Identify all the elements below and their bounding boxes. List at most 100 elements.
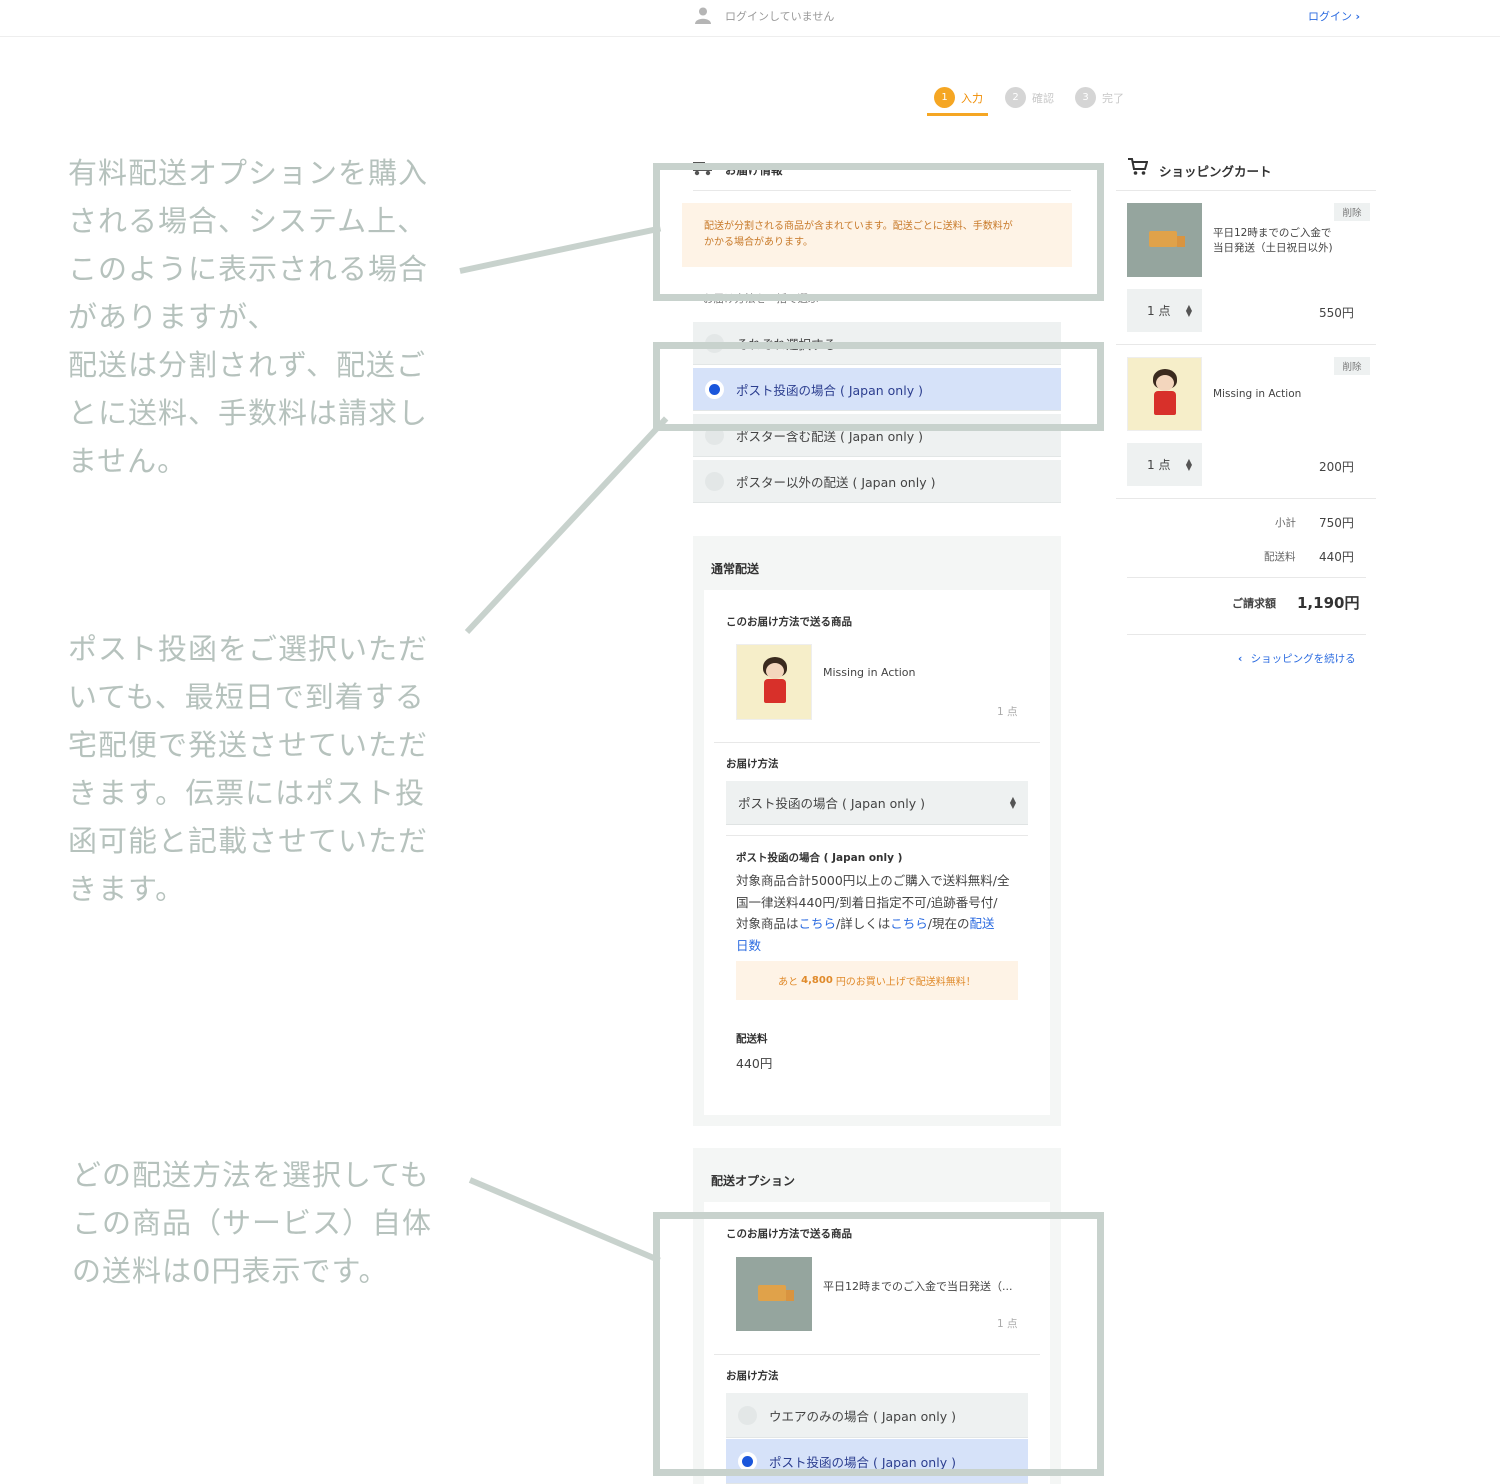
product-name: Missing in Action <box>823 666 916 679</box>
product-thumbnail <box>736 644 812 720</box>
cart-item-name-line: 当日発送（土日祝日以外) <box>1213 242 1333 254</box>
step-label: 入力 <box>961 91 983 105</box>
annotation-line: どの配送方法を選択しても <box>72 1158 430 1192</box>
desc-line: 対象商品はこちら/詳しくはこちら/現在の配送 <box>736 913 1026 935</box>
login-status: ログインしていません <box>725 10 835 23</box>
annotation-line: ポスト投函をご選択いただ <box>68 632 429 666</box>
radio-button[interactable] <box>705 471 724 491</box>
annotation-line: とに送料、手数料は請求し <box>68 396 429 430</box>
total-value: 1,190円 <box>1297 594 1360 612</box>
select-value: ポスト投函の場合 ( Japan only ) <box>738 796 925 811</box>
cart-title: ショッピングカート <box>1159 164 1272 179</box>
desc-line: 日数 <box>736 935 1026 957</box>
stepper-arrows-icon[interactable]: ▲ ▼ <box>1186 303 1192 317</box>
fee-value: 440円 <box>736 1056 773 1071</box>
desc-text: 対象商品は <box>736 916 799 931</box>
divider <box>1127 577 1366 578</box>
step-number: 3 <box>1075 87 1096 108</box>
annotation-line: の送料は0円表示です。 <box>72 1254 389 1288</box>
option-shipping-title: 配送オプション <box>711 1174 796 1188</box>
continue-shopping-label[interactable]: ショッピングを続ける <box>1251 653 1356 665</box>
step-input: 1 入力 <box>934 87 983 108</box>
bulk-option-non-poster[interactable]: ポスター以外の配送 ( Japan only ) <box>693 460 1061 503</box>
quantity-value: 1 点 <box>1147 304 1171 318</box>
shipping-fee-label: 配送料 <box>1264 551 1296 563</box>
radio-label: ポスター以外の配送 ( Japan only ) <box>736 474 936 490</box>
total-label: ご請求額 <box>1232 597 1276 610</box>
delivery-days-link[interactable]: 日数 <box>736 938 761 953</box>
step-complete: 3 完了 <box>1075 87 1124 108</box>
annotation-line: 函可能と記載させていただ <box>68 824 429 858</box>
highlight-frame <box>653 1212 1104 1476</box>
subtotal-value: 750円 <box>1319 516 1354 530</box>
cart-item-name-line: 平日12時までのご入金で <box>1213 227 1332 239</box>
quantity-stepper[interactable]: 1 点 ▲ ▼ <box>1127 289 1202 332</box>
annotation-line: 有料配送オプションを購入 <box>68 156 429 190</box>
desc-text: /詳しくは <box>836 916 891 931</box>
step-number: 1 <box>934 87 955 108</box>
desc-text: /現在の <box>927 916 970 931</box>
continue-shopping-link[interactable]: ‹ ショッピングを続ける <box>1238 651 1356 666</box>
free-amount: 4,800 <box>801 975 833 986</box>
stepper-arrows-icon[interactable]: ▲ ▼ <box>1186 457 1192 471</box>
delete-button[interactable]: 削除 <box>1334 203 1370 221</box>
divider <box>1116 498 1376 499</box>
truck-icon <box>1149 231 1185 247</box>
cart-icon <box>1128 158 1148 175</box>
method-description: 対象商品合計5000円以上のご購入で送料無料/全 国一律送料440円/到着日指定… <box>736 870 1026 956</box>
chevron-left-icon: ‹ <box>1238 653 1243 665</box>
cart-item-name: Missing in Action <box>1213 388 1302 400</box>
highlight-frame <box>653 342 1104 431</box>
desc-line: 国一律送料440円/到着日指定不可/追跡番号付/ <box>736 894 998 910</box>
shipping-method-select[interactable]: ポスト投函の場合 ( Japan only ) ▲ ▼ <box>726 781 1028 825</box>
annotation-line: ません。 <box>68 444 188 478</box>
step-label: 確認 <box>1032 91 1054 105</box>
connector-line <box>459 225 662 274</box>
annotation-line: きます。 <box>68 872 186 906</box>
normal-shipping-title: 通常配送 <box>711 562 760 576</box>
step-active-underline <box>927 113 988 116</box>
cart-item-name: 平日12時までのご入金で 当日発送（土日祝日以外) <box>1213 226 1333 256</box>
annotation-option-fee: どの配送方法を選択しても この商品（サービス）自体 の送料は0円表示です。 <box>72 1151 467 1295</box>
step-number: 2 <box>1005 87 1026 108</box>
product-qty: 1 点 <box>997 706 1018 718</box>
highlight-frame <box>653 163 1104 301</box>
target-products-link[interactable]: こちら <box>799 916 837 931</box>
fee-label: 配送料 <box>736 1033 768 1045</box>
desc-line: 対象商品合計5000円以上のご購入で送料無料/全 <box>736 873 1010 888</box>
annotation-line: される場合、システム上、 <box>68 204 428 238</box>
annotation-line: 宅配便で発送させていただ <box>68 728 429 762</box>
cart-item-thumbnail <box>1127 357 1202 431</box>
details-link[interactable]: こちら <box>890 916 928 931</box>
items-label: このお届け方法で送る商品 <box>726 616 852 628</box>
annotation-split-shipping: 有料配送オプションを購入 される場合、システム上、 このように表示される場合 が… <box>68 149 463 485</box>
cart-item-price: 200円 <box>1319 460 1354 474</box>
quantity-value: 1 点 <box>1147 458 1171 472</box>
cart-item-price: 550円 <box>1319 306 1354 320</box>
annotation-line: きます。伝票にはポスト投 <box>68 776 426 810</box>
user-icon <box>695 7 711 24</box>
divider <box>1116 190 1376 191</box>
quantity-stepper[interactable]: 1 点 ▲ ▼ <box>1127 443 1202 486</box>
step-label: 完了 <box>1102 91 1124 105</box>
connector-line <box>464 416 669 635</box>
login-link[interactable]: ログイン › <box>1308 8 1360 24</box>
chevron-right-icon: › <box>1355 10 1361 23</box>
cart-item-thumbnail <box>1127 203 1202 277</box>
annotation-post-delivery: ポスト投函をご選択いただ いても、最短日で到着する 宅配便で発送させていただ き… <box>68 625 463 913</box>
annotation-line: いても、最短日で到着する <box>68 680 425 714</box>
connector-line <box>468 1177 661 1264</box>
divider <box>714 742 1040 743</box>
delete-button[interactable]: 削除 <box>1334 357 1370 375</box>
select-arrows-icon: ▲ ▼ <box>1009 794 1016 810</box>
free-text: あと <box>778 977 799 988</box>
delivery-days-link[interactable]: 配送 <box>969 916 994 931</box>
free-text: 円のお買い上げで配送料無料！ <box>835 977 976 988</box>
divider <box>1116 344 1376 345</box>
subtotal-label: 小計 <box>1275 517 1296 529</box>
method-label: お届け方法 <box>726 758 779 770</box>
login-link-label[interactable]: ログイン <box>1308 10 1352 23</box>
annotation-line: がありますが、 <box>68 300 278 334</box>
annotation-line: このように表示される場合 <box>68 252 429 286</box>
shipping-fee-value: 440円 <box>1319 550 1354 564</box>
